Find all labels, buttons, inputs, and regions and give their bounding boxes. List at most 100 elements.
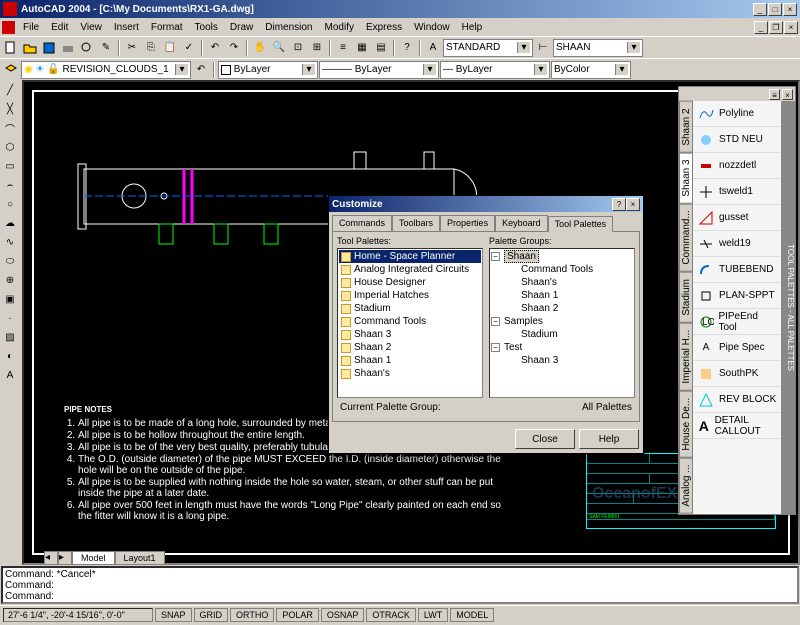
- match-icon[interactable]: ✓: [180, 39, 198, 57]
- ptab[interactable]: Analog ...: [679, 457, 693, 513]
- text-style-combo[interactable]: STANDARD▾: [443, 39, 533, 57]
- maximize-button[interactable]: □: [768, 3, 782, 16]
- properties-icon[interactable]: ≡: [334, 39, 352, 57]
- grid-toggle[interactable]: GRID: [194, 608, 229, 622]
- menu-draw[interactable]: Draw: [224, 21, 259, 34]
- palette-item[interactable]: PLAN-SPPT: [693, 283, 781, 309]
- point-icon[interactable]: ·: [1, 309, 19, 327]
- new-icon[interactable]: [2, 39, 20, 57]
- dtab-toolbars[interactable]: Toolbars: [392, 215, 440, 231]
- menu-tools[interactable]: Tools: [189, 21, 224, 34]
- paste-icon[interactable]: 📋: [161, 39, 179, 57]
- palette-item[interactable]: SouthPK: [693, 361, 781, 387]
- palette-item[interactable]: tsweld1: [693, 179, 781, 205]
- hatch-icon[interactable]: ▨: [1, 328, 19, 346]
- block-icon[interactable]: ▣: [1, 290, 19, 308]
- layer-combo[interactable]: ◉ ☀ 🔓 REVISION_CLOUDS_1▾: [21, 61, 191, 79]
- menu-insert[interactable]: Insert: [108, 21, 145, 34]
- dtab-properties[interactable]: Properties: [440, 215, 495, 231]
- undo-icon[interactable]: ↶: [206, 39, 224, 57]
- publish-icon[interactable]: ✎: [97, 39, 115, 57]
- cut-icon[interactable]: ✂: [123, 39, 141, 57]
- palette-props-icon[interactable]: ≡: [769, 89, 780, 100]
- spline-icon[interactable]: ∿: [1, 233, 19, 251]
- close-button[interactable]: Close: [515, 429, 575, 449]
- open-icon[interactable]: [21, 39, 39, 57]
- ptab[interactable]: Shaan 2: [679, 101, 693, 152]
- collapse-icon[interactable]: −: [491, 317, 500, 326]
- command-line[interactable]: Command: *Cancel* Command: Command:: [1, 566, 799, 604]
- menu-edit[interactable]: Edit: [45, 21, 74, 34]
- menu-help[interactable]: Help: [456, 21, 489, 34]
- menu-modify[interactable]: Modify: [319, 21, 360, 34]
- pan-icon[interactable]: ✋: [251, 39, 269, 57]
- redo-icon[interactable]: ↷: [225, 39, 243, 57]
- ortho-toggle[interactable]: ORTHO: [230, 608, 274, 622]
- palettes-listbox[interactable]: Home - Space Planner Analog Integrated C…: [337, 248, 483, 398]
- ptab-active[interactable]: Shaan 3: [679, 152, 693, 203]
- region-icon[interactable]: ◐: [1, 347, 19, 365]
- ptab[interactable]: House De...: [679, 391, 693, 458]
- zoom-prev-icon[interactable]: ⊞: [308, 39, 326, 57]
- polar-toggle[interactable]: POLAR: [276, 608, 319, 622]
- palette-item[interactable]: ADETAIL CALLOUT: [693, 413, 781, 439]
- collapse-icon[interactable]: −: [491, 343, 500, 352]
- insert-icon[interactable]: ⊕: [1, 271, 19, 289]
- palette-item[interactable]: nozzdetl: [693, 153, 781, 179]
- menu-dimension[interactable]: Dimension: [259, 21, 318, 34]
- dim-style-combo[interactable]: SHAAN▾: [553, 39, 643, 57]
- doc-restore-button[interactable]: ❐: [769, 21, 783, 34]
- palette-item[interactable]: weld19: [693, 231, 781, 257]
- ptab[interactable]: Stadium: [679, 272, 693, 323]
- copy-icon[interactable]: ⎘: [142, 39, 160, 57]
- plotstyle-combo[interactable]: ByColor▾: [551, 61, 631, 79]
- revcloud-icon[interactable]: ☁: [1, 214, 19, 232]
- circle-icon[interactable]: ○: [1, 195, 19, 213]
- palette-item[interactable]: APipe Spec: [693, 335, 781, 361]
- menu-view[interactable]: View: [74, 21, 108, 34]
- dtab-keyboard[interactable]: Keyboard: [495, 215, 548, 231]
- tab-scroll-right[interactable]: ▸: [58, 551, 72, 565]
- linetype-combo[interactable]: ——— ByLayer▾: [319, 61, 439, 79]
- save-icon[interactable]: [40, 39, 58, 57]
- doc-close-button[interactable]: ×: [784, 21, 798, 34]
- lwt-toggle[interactable]: LWT: [418, 608, 448, 622]
- zoom-window-icon[interactable]: ⊡: [289, 39, 307, 57]
- mtext-icon[interactable]: A: [1, 366, 19, 384]
- osnap-toggle[interactable]: OSNAP: [321, 608, 365, 622]
- pline-icon[interactable]: ⌒: [1, 119, 19, 137]
- polygon-icon[interactable]: ⬡: [1, 138, 19, 156]
- line-icon[interactable]: ╱: [1, 81, 19, 99]
- zoom-icon[interactable]: 🔍: [270, 39, 288, 57]
- layer-prev-icon[interactable]: ↶: [192, 61, 210, 79]
- tab-layout1[interactable]: Layout1: [115, 551, 165, 565]
- help-button[interactable]: Help: [579, 429, 639, 449]
- tab-model[interactable]: Model: [72, 551, 115, 565]
- palette-close-icon[interactable]: ×: [782, 89, 793, 100]
- design-center-icon[interactable]: ▦: [353, 39, 371, 57]
- palette-item[interactable]: STD NEU: [693, 127, 781, 153]
- palette-item[interactable]: TUBEBEND: [693, 257, 781, 283]
- menu-express[interactable]: Express: [360, 21, 408, 34]
- dialog-close-icon[interactable]: ×: [626, 198, 640, 211]
- palette-item[interactable]: gusset: [693, 205, 781, 231]
- palette-item[interactable]: Polyline: [693, 101, 781, 127]
- print-icon[interactable]: [59, 39, 77, 57]
- close-button[interactable]: ×: [783, 3, 797, 16]
- preview-icon[interactable]: [78, 39, 96, 57]
- xline-icon[interactable]: ╳: [1, 100, 19, 118]
- groups-tree[interactable]: −Shaan Command Tools Shaan's Shaan 1 Sha…: [489, 248, 635, 398]
- dtab-toolpalettes[interactable]: Tool Palettes: [548, 216, 614, 232]
- palette-item[interactable]: REV BLOCK: [693, 387, 781, 413]
- menu-format[interactable]: Format: [145, 21, 189, 34]
- model-toggle[interactable]: MODEL: [450, 608, 494, 622]
- collapse-icon[interactable]: −: [491, 252, 500, 261]
- dialog-titlebar[interactable]: Customize ? ×: [329, 196, 643, 212]
- doc-minimize-button[interactable]: _: [754, 21, 768, 34]
- minimize-button[interactable]: _: [753, 3, 767, 16]
- menu-window[interactable]: Window: [408, 21, 456, 34]
- tab-scroll-left[interactable]: ◂: [44, 551, 58, 565]
- palette-item[interactable]: LOPPIPeEnd Tool: [693, 309, 781, 335]
- ptab[interactable]: Command...: [679, 204, 693, 272]
- color-combo[interactable]: ByLayer▾: [218, 61, 318, 79]
